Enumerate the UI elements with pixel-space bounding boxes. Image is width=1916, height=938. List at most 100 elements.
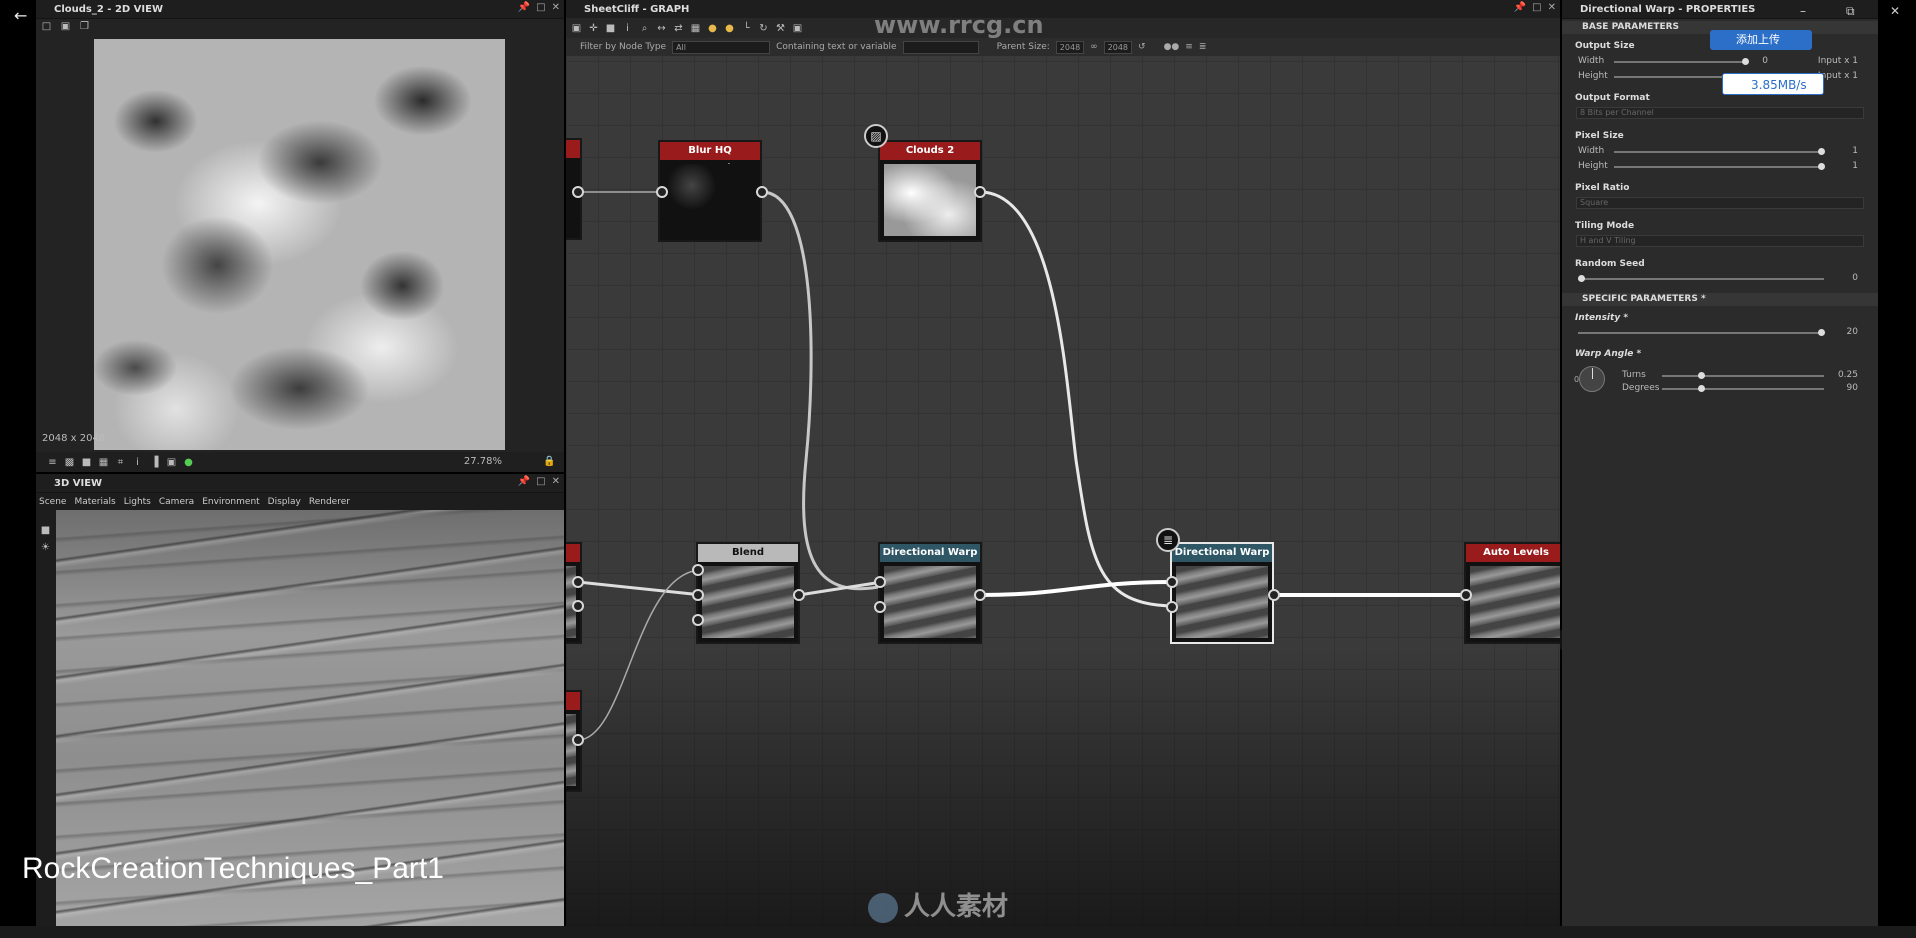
degrees-slider[interactable] xyxy=(1662,385,1824,392)
pixel-height-label: Height xyxy=(1578,161,1608,171)
section-specific-parameters[interactable]: SPECIFIC PARAMETERS * xyxy=(1562,293,1878,306)
channel-icon[interactable]: ● xyxy=(182,456,195,469)
link-icon[interactable]: ∞ xyxy=(1090,42,1098,52)
color-icon[interactable]: ■ xyxy=(80,456,93,469)
menu-renderer[interactable]: Renderer xyxy=(309,497,350,507)
node-output-port[interactable] xyxy=(974,589,986,601)
parent-size-height[interactable]: 2048 xyxy=(1103,40,1133,54)
new-icon[interactable]: □ xyxy=(40,20,53,33)
reset-icon[interactable]: ↺ xyxy=(1138,42,1146,52)
random-seed-slider[interactable] xyxy=(1578,275,1824,282)
node-input-port[interactable] xyxy=(1460,589,1472,601)
node-input-port[interactable] xyxy=(656,186,668,198)
close-icon[interactable]: ✕ xyxy=(552,476,560,487)
camera-icon[interactable]: ■ xyxy=(604,22,617,35)
node-output-port[interactable] xyxy=(974,186,986,198)
layers-icon[interactable]: ≡ xyxy=(46,456,59,469)
palette-icon[interactable]: ● xyxy=(723,22,736,35)
close-icon[interactable]: ✕ xyxy=(552,2,560,13)
align-icon[interactable]: ↔ xyxy=(655,22,668,35)
info-icon[interactable]: i xyxy=(621,22,634,35)
menu-scene[interactable]: Scene xyxy=(39,497,66,507)
node-input-port[interactable] xyxy=(692,564,704,576)
menu-camera[interactable]: Camera xyxy=(159,497,194,507)
node-output-port[interactable] xyxy=(793,589,805,601)
tiling-icon[interactable]: ⌗ xyxy=(114,456,127,469)
upload-button[interactable]: 添加上传 xyxy=(1710,30,1812,50)
containing-input[interactable] xyxy=(902,40,979,54)
intensity-slider[interactable] xyxy=(1578,329,1825,336)
move-icon[interactable]: ✛ xyxy=(587,22,600,35)
window-close-icon[interactable]: ✕ xyxy=(1890,4,1900,18)
graph-option-icon[interactable]: ≡ xyxy=(1185,42,1193,52)
node-input-port[interactable] xyxy=(1166,601,1178,613)
pixel-height-slider[interactable] xyxy=(1614,163,1825,170)
python-icon[interactable]: ● xyxy=(706,22,719,35)
graph-node-blur-hq[interactable]: Blur HQ Grayscale xyxy=(658,140,762,242)
tools-icon[interactable]: ⚒ xyxy=(774,22,787,35)
save-icon[interactable]: ▣ xyxy=(59,20,72,33)
minimize-icon[interactable]: – xyxy=(1800,4,1806,18)
graph-node-partial[interactable] xyxy=(566,542,582,644)
search-icon[interactable]: ⌕ xyxy=(638,22,651,35)
node-input-port[interactable] xyxy=(692,614,704,626)
export-icon[interactable]: ▣ xyxy=(791,22,804,35)
menu-materials[interactable]: Materials xyxy=(74,497,115,507)
restore-icon[interactable]: ⧉ xyxy=(1846,4,1855,19)
back-arrow-icon[interactable]: ← xyxy=(14,6,27,25)
angle-dial[interactable] xyxy=(1579,366,1605,392)
node-output-port[interactable] xyxy=(1268,589,1280,601)
pixel-width-slider[interactable] xyxy=(1614,148,1825,155)
grid-icon[interactable]: ▦ xyxy=(97,456,110,469)
tiling-mode-select[interactable]: H and V Tiling xyxy=(1576,235,1864,247)
table-icon[interactable]: ▦ xyxy=(689,22,702,35)
node-output-port[interactable] xyxy=(572,576,584,588)
graph-node-blend[interactable]: Blend xyxy=(696,542,800,644)
node-output-port[interactable] xyxy=(756,186,768,198)
pin-icon[interactable]: 📌 xyxy=(518,2,530,13)
filter-dropdown[interactable]: All xyxy=(672,40,771,54)
node-input-port[interactable] xyxy=(874,601,886,613)
node-input-port[interactable] xyxy=(874,576,886,588)
close-icon[interactable]: ✕ xyxy=(1548,2,1556,13)
output-width-mode[interactable]: Input x 1 xyxy=(1818,56,1858,66)
node-output-port[interactable] xyxy=(572,734,584,746)
zoom-level[interactable]: 27.78% xyxy=(464,456,502,467)
frame-icon[interactable]: ▣ xyxy=(570,22,583,35)
menu-environment[interactable]: Environment xyxy=(202,497,259,507)
graph-node-directional-warp-2[interactable]: Directional Warp xyxy=(1170,542,1274,644)
light-icon[interactable]: ☀ xyxy=(39,541,52,554)
graph-option-icon[interactable]: ≣ xyxy=(1199,42,1207,52)
node-output-port[interactable] xyxy=(572,600,584,612)
node-input-port[interactable] xyxy=(692,589,704,601)
histogram-icon[interactable]: ▐ xyxy=(148,456,161,469)
maximize-icon[interactable]: □ xyxy=(1532,2,1541,13)
texture-preview-2d[interactable] xyxy=(94,39,505,450)
node-input-port[interactable] xyxy=(1166,576,1178,588)
maximize-icon[interactable]: □ xyxy=(536,2,545,13)
menu-display[interactable]: Display xyxy=(268,497,301,507)
checker-icon[interactable]: ▩ xyxy=(63,456,76,469)
maximize-icon[interactable]: □ xyxy=(536,476,545,487)
hierarchy-icon[interactable]: └ xyxy=(740,22,753,35)
node-output-port[interactable] xyxy=(572,186,584,198)
copy-icon[interactable]: ❐ xyxy=(78,20,91,33)
pixel-ratio-select[interactable]: Square xyxy=(1576,197,1864,209)
parent-size-width[interactable]: 2048 xyxy=(1055,40,1085,54)
turns-slider[interactable] xyxy=(1662,372,1824,379)
pin-icon[interactable]: 📌 xyxy=(518,476,530,487)
pin-icon[interactable]: 📌 xyxy=(1514,2,1526,13)
output-width-slider[interactable] xyxy=(1614,58,1749,65)
graph-node-clouds[interactable]: Clouds 2 xyxy=(878,140,982,242)
graph-option-icon[interactable]: ●● xyxy=(1164,42,1180,52)
lock-icon[interactable]: 🔒 xyxy=(543,455,556,468)
info-icon[interactable]: i xyxy=(131,456,144,469)
graph-node-auto-levels[interactable]: Auto Levels xyxy=(1464,542,1560,644)
link-icon[interactable]: ⇄ xyxy=(672,22,685,35)
screenshot-icon[interactable]: ▣ xyxy=(165,456,178,469)
refresh-icon[interactable]: ↻ xyxy=(757,22,770,35)
graph-node-directional-warp-1[interactable]: Directional Warp xyxy=(878,542,982,644)
camera-icon[interactable]: ■ xyxy=(39,524,52,537)
output-format-select[interactable]: 8 Bits per Channel xyxy=(1576,107,1864,119)
menu-lights[interactable]: Lights xyxy=(124,497,151,507)
